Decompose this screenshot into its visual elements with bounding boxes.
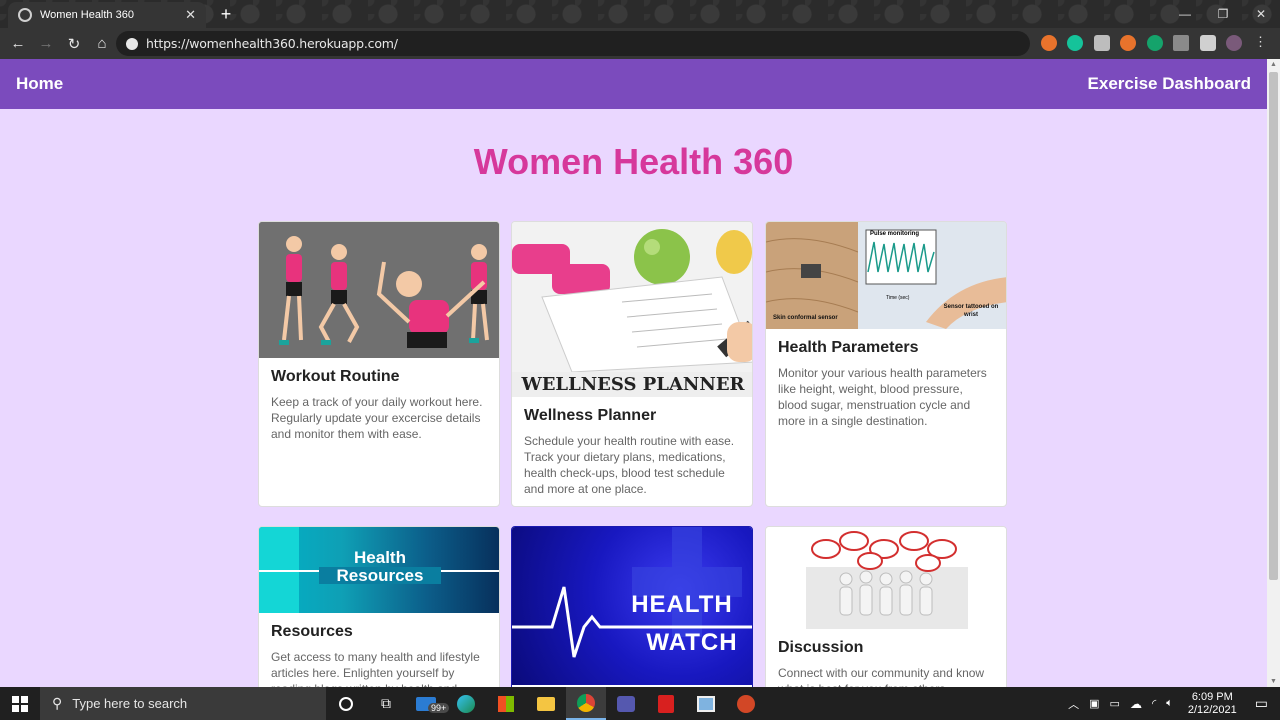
- task-view-icon[interactable]: ⧉: [366, 687, 406, 720]
- page-title: Women Health 360: [473, 141, 794, 182]
- browser-tab[interactable]: Women Health 360 ✕: [8, 2, 206, 28]
- onedrive-icon[interactable]: ☁: [1125, 697, 1147, 711]
- cortana-icon[interactable]: [326, 687, 366, 720]
- extension-icon[interactable]: [1120, 35, 1136, 51]
- search-placeholder: Type here to search: [72, 696, 188, 711]
- clock-date: 2/12/2021: [1187, 703, 1237, 716]
- tab-title: Women Health 360: [40, 9, 134, 21]
- puzzle-icon[interactable]: [1200, 35, 1216, 51]
- chrome-icon[interactable]: [566, 687, 606, 720]
- menu-icon[interactable]: ⋮: [1254, 34, 1270, 50]
- scrollbar-thumb[interactable]: [1269, 72, 1278, 580]
- clock[interactable]: 6:09 PM 2/12/2021: [1178, 691, 1247, 717]
- resources-image: Health Resources: [259, 527, 499, 613]
- powerpoint-icon[interactable]: [726, 687, 766, 720]
- globe-icon: [18, 8, 32, 22]
- windows-start-icon[interactable]: [0, 687, 40, 720]
- wifi-icon[interactable]: ◜: [1147, 697, 1161, 710]
- taskbar-search[interactable]: ⚲ Type here to search: [40, 687, 326, 720]
- card-title: Discussion: [778, 639, 864, 656]
- card-health-watch[interactable]: HEALTH WATCH: [511, 526, 753, 687]
- scroll-up-icon[interactable]: ▲: [1270, 61, 1277, 68]
- image-axis-label: Time (sec): [886, 295, 910, 301]
- nav-exercise-dashboard-link[interactable]: Exercise Dashboard: [1088, 74, 1251, 94]
- image-label-left: Skin conformal sensor: [773, 315, 838, 321]
- image-label-right: Sensor tattooed on wrist: [943, 304, 999, 318]
- extension-icon[interactable]: [1041, 35, 1057, 51]
- card-description: Keep a track of your daily workout here.…: [271, 395, 483, 441]
- forward-icon[interactable]: →: [33, 31, 59, 57]
- scroll-down-icon[interactable]: ▼: [1270, 678, 1277, 685]
- nav-home-link[interactable]: Home: [16, 74, 63, 94]
- new-tab-button[interactable]: +: [216, 4, 236, 25]
- home-icon[interactable]: ⌂: [89, 31, 115, 57]
- web-page: Home Exercise Dashboard Women Health 360: [0, 59, 1267, 687]
- mail-icon[interactable]: 99+: [406, 687, 450, 720]
- card-resources[interactable]: Health Resources Resources Get access to…: [258, 526, 500, 687]
- close-tab-icon[interactable]: ✕: [185, 7, 196, 23]
- image-caption-1: Health: [354, 548, 406, 567]
- edge-icon[interactable]: [446, 687, 486, 720]
- pocket-icon[interactable]: [1094, 35, 1110, 51]
- system-tray: ︿ ▣ ▭ ☁ ◜ 🔈︎ 6:09 PM 2/12/2021 ▭: [1063, 687, 1280, 720]
- meet-now-icon[interactable]: ▣: [1084, 697, 1104, 710]
- volume-icon[interactable]: 🔈︎: [1161, 697, 1178, 710]
- card-description: Monitor your various health parameters l…: [778, 366, 987, 428]
- image-caption: WELLNESS PLANNER: [512, 372, 752, 397]
- card-description: Schedule your health routine with ease. …: [524, 434, 735, 496]
- site-navbar: Home Exercise Dashboard: [0, 59, 1267, 109]
- chart-extension-icon[interactable]: [1173, 35, 1189, 51]
- acrobat-icon[interactable]: [646, 687, 686, 720]
- address-bar[interactable]: https://womenhealth360.herokuapp.com/: [116, 31, 1030, 56]
- card-title: Wellness Planner: [524, 407, 657, 424]
- health-parameters-image: Pulse monitoring Time (sec) Skin conform…: [766, 222, 1006, 329]
- store-icon[interactable]: [486, 687, 526, 720]
- battery-icon[interactable]: ▭: [1105, 697, 1125, 710]
- extension-icon[interactable]: [1147, 35, 1163, 51]
- card-workout-routine[interactable]: Workout Routine Keep a track of your dai…: [258, 221, 500, 507]
- image-caption-1: HEALTH: [631, 591, 733, 618]
- card-discussion[interactable]: Discussion Connect with our community an…: [765, 526, 1007, 687]
- url-text: https://womenhealth360.herokuapp.com/: [146, 36, 398, 51]
- file-explorer-icon[interactable]: [526, 687, 566, 720]
- image-caption-2: Resources: [319, 567, 441, 584]
- windows-taskbar: ⚲ Type here to search ⧉ 99+ ︿ ▣ ▭ ☁ ◜ 🔈︎…: [0, 687, 1280, 720]
- avatar[interactable]: [1226, 35, 1242, 51]
- card-health-parameters[interactable]: Pulse monitoring Time (sec) Skin conform…: [765, 221, 1007, 507]
- card-description: Connect with our community and know what…: [778, 666, 985, 687]
- close-window-button[interactable]: ✕: [1242, 0, 1280, 28]
- card-title: Resources: [271, 623, 353, 640]
- health-watch-image: HEALTH WATCH: [512, 527, 752, 685]
- notifications-icon[interactable]: ▭: [1247, 695, 1280, 712]
- image-caption-2: WATCH: [646, 629, 738, 656]
- restore-button[interactable]: ❐: [1204, 0, 1242, 28]
- search-icon: ⚲: [52, 695, 63, 711]
- site-info-icon[interactable]: [126, 37, 138, 50]
- page-scrollbar[interactable]: ▲ ▼: [1267, 59, 1280, 687]
- image-caption: Pulse monitoring: [870, 231, 920, 237]
- workout-image: [259, 222, 499, 358]
- card-title: Health Parameters: [778, 339, 919, 356]
- clock-time: 6:09 PM: [1191, 690, 1233, 703]
- wellness-planner-image: WELLNESS PLANNER: [512, 222, 752, 397]
- card-wellness-planner[interactable]: WELLNESS PLANNER Wellness Planner Schedu…: [511, 221, 753, 507]
- browser-titlebar: Women Health 360 ✕ + — ❐ ✕: [0, 0, 1280, 28]
- minimize-button[interactable]: —: [1166, 0, 1204, 28]
- discussion-image: [766, 527, 1006, 629]
- reload-icon[interactable]: ↻: [61, 31, 87, 57]
- card-description: Get access to many health and lifestyle …: [271, 650, 480, 687]
- grammarly-icon[interactable]: [1067, 35, 1083, 51]
- chevron-up-icon[interactable]: ︿: [1063, 696, 1084, 712]
- back-icon[interactable]: ←: [5, 31, 31, 57]
- photos-icon[interactable]: [686, 687, 726, 720]
- browser-toolbar: ← → ↻ ⌂ https://womenhealth360.herokuapp…: [0, 28, 1280, 59]
- card-title: Workout Routine: [271, 368, 400, 385]
- teams-icon[interactable]: [606, 687, 646, 720]
